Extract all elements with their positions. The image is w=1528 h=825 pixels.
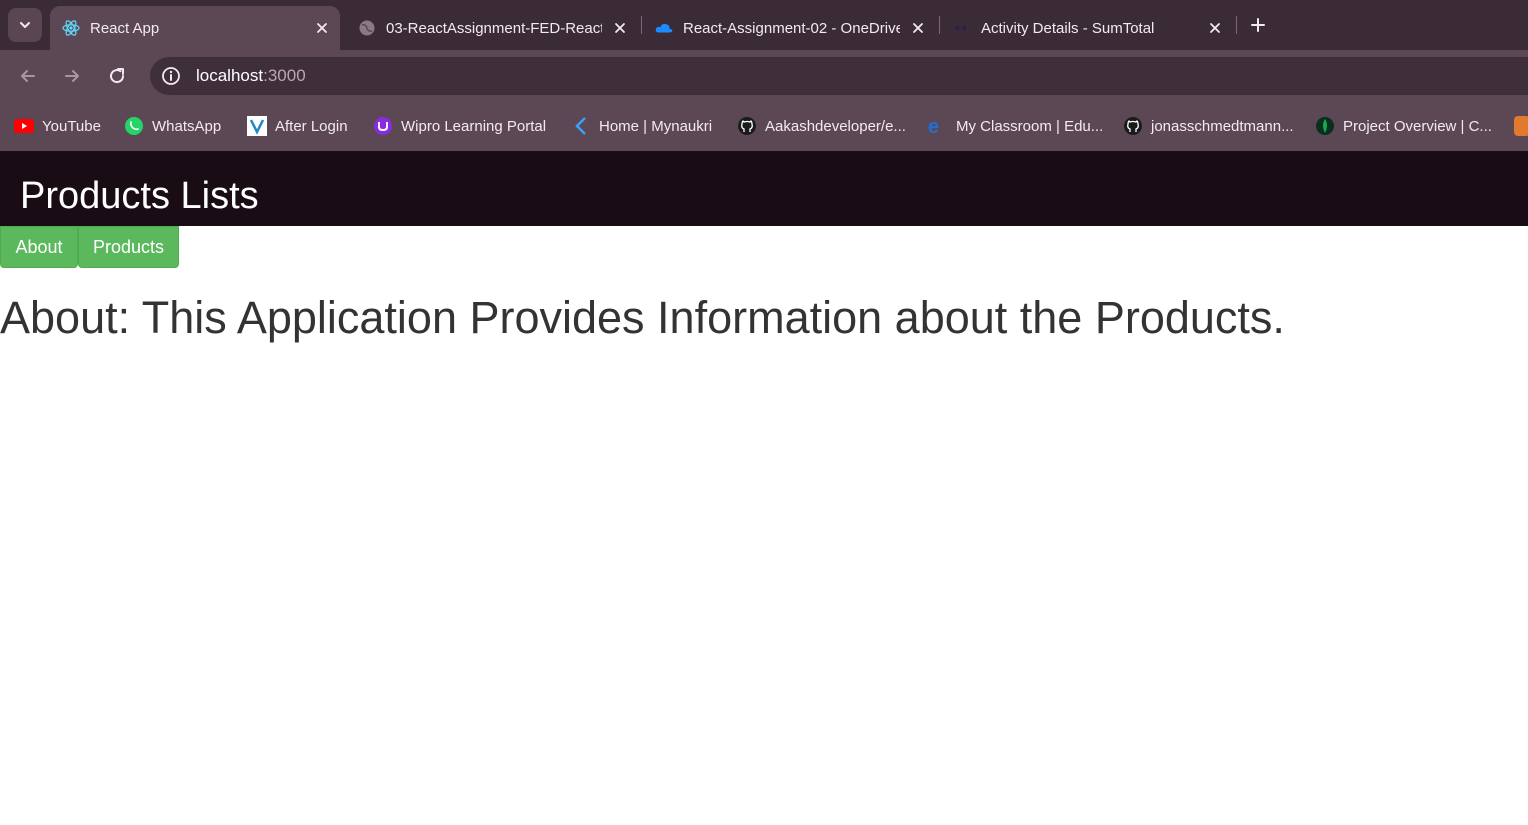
tab-separator [1236, 16, 1237, 34]
tab-title: Activity Details - SumTotal [981, 19, 1155, 37]
url-port: :3000 [263, 66, 306, 85]
bookmarks-bar: YouTube WhatsApp After Login Wipro Learn… [0, 101, 1528, 151]
bookmark-label: Home | Mynaukri [599, 117, 713, 135]
mongodb-icon [1315, 116, 1335, 136]
bookmark-whatsapp[interactable]: WhatsApp [124, 114, 221, 138]
tab-onedrive[interactable]: React-Assignment-02 - OneDrive [643, 6, 936, 50]
bookmark-project-overview[interactable]: Project Overview | C... [1315, 114, 1492, 138]
github-icon [737, 116, 757, 136]
address-bar[interactable]: localhost:3000 [150, 57, 1528, 95]
tab-title: 03-ReactAssignment-FED-React [386, 19, 602, 37]
tab-title: React-Assignment-02 - OneDrive [683, 19, 900, 37]
bookmark-youtube[interactable]: YouTube [14, 114, 101, 138]
reload-button[interactable] [103, 62, 131, 90]
browser-tab-strip: React App 03-ReactAssignment-FED-React R… [0, 0, 1528, 50]
edureka-icon: e [928, 116, 948, 136]
whatsapp-icon [124, 116, 144, 136]
about-description: About: This Application Provides Informa… [0, 292, 1285, 343]
bookmark-label: YouTube [42, 117, 101, 135]
new-tab-button[interactable] [1245, 12, 1271, 38]
react-icon [62, 19, 80, 37]
url-text: localhost:3000 [196, 66, 306, 86]
bookmark-overflow[interactable] [1512, 114, 1528, 138]
close-icon[interactable] [610, 18, 630, 38]
tab-react-assignment[interactable]: 03-ReactAssignment-FED-React [346, 6, 638, 50]
arrow-left-icon [21, 70, 35, 82]
sumtotal-icon [953, 19, 971, 37]
bookmark-jonasschmedtmann[interactable]: jonasschmedtmann... [1123, 114, 1294, 138]
tab-title: React App [90, 19, 160, 37]
bookmark-aakashdeveloper[interactable]: Aakashdeveloper/e... [737, 114, 906, 138]
close-icon[interactable] [1205, 18, 1225, 38]
bookmark-label: My Classroom | Edu... [956, 117, 1104, 135]
about-button[interactable]: About [0, 226, 78, 268]
tab-separator [939, 16, 940, 34]
bookmark-wipro[interactable]: Wipro Learning Portal [373, 114, 546, 138]
tab-sumtotal[interactable]: Activity Details - SumTotal [941, 6, 1233, 50]
onedrive-icon [655, 19, 673, 37]
bookmark-label: Aakashdeveloper/e... [765, 117, 906, 135]
bookmark-label: Wipro Learning Portal [401, 117, 547, 135]
app-icon [1512, 116, 1528, 136]
bookmark-label: WhatsApp [152, 117, 222, 135]
close-icon[interactable] [312, 18, 332, 38]
mynaukri-icon [571, 116, 591, 136]
plus-icon [1251, 18, 1265, 32]
bookmark-label: After Login [275, 117, 348, 135]
app-header: Products Lists [0, 151, 1528, 226]
bookmark-mynaukri[interactable]: Home | Mynaukri [571, 114, 712, 138]
globe-icon [358, 19, 376, 37]
browser-toolbar: localhost:3000 [0, 50, 1528, 101]
bookmark-edureka[interactable]: e My Classroom | Edu... [928, 114, 1103, 138]
bookmark-after-login[interactable]: After Login [247, 114, 348, 138]
github-icon [1123, 116, 1143, 136]
url-host: localhost [196, 66, 264, 85]
arrow-right-icon [65, 70, 79, 82]
chevron-down-icon [20, 22, 30, 28]
tab-search-button[interactable] [8, 8, 42, 42]
bookmark-label: jonasschmedtmann... [1151, 117, 1294, 135]
tab-separator [641, 16, 642, 34]
page-title: Products Lists [20, 175, 259, 217]
forward-button[interactable] [58, 62, 86, 90]
close-icon[interactable] [908, 18, 928, 38]
youtube-icon [14, 116, 34, 136]
svg-text:e: e [928, 116, 939, 136]
reload-icon [110, 68, 125, 84]
site-info-icon[interactable] [160, 65, 182, 87]
wipro-icon [373, 116, 393, 136]
v-logo-icon [247, 116, 267, 136]
products-button[interactable]: Products [78, 226, 179, 268]
tab-react-app[interactable]: React App [50, 6, 340, 50]
bookmark-label: Project Overview | C... [1343, 117, 1492, 135]
back-button[interactable] [14, 62, 42, 90]
